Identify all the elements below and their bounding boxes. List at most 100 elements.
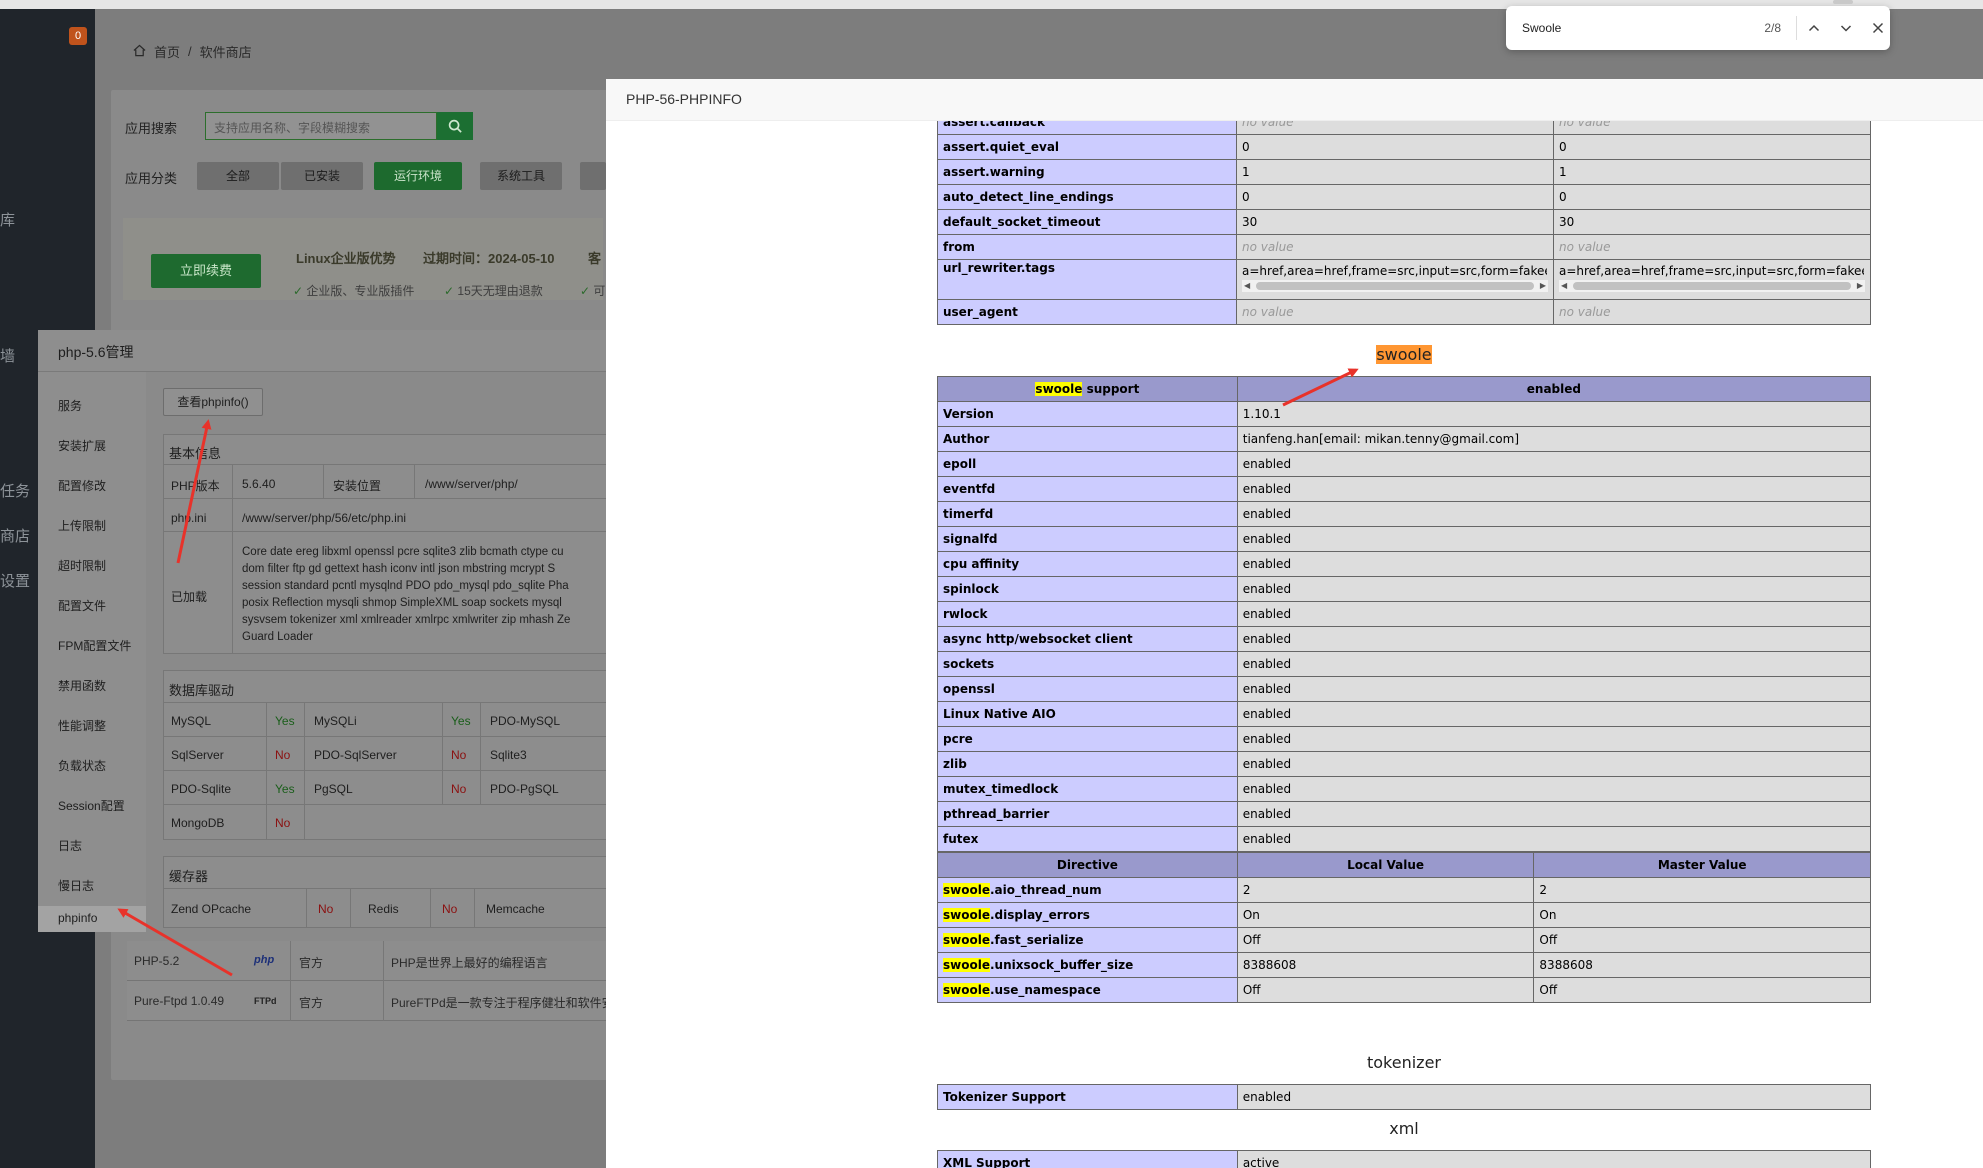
category-system-tools[interactable]: 系统工具 xyxy=(480,162,562,190)
swoole-feature-value: enabled xyxy=(1236,701,1872,727)
directive-name: default_socket_timeout xyxy=(936,209,1238,235)
directive-local-value: 1 xyxy=(1236,159,1554,185)
directive-local-value: 0 xyxy=(1236,184,1554,210)
swoole-directive-table: Directive Local Value Master Value swool… xyxy=(937,852,1871,1003)
loaded-extensions: Core date ereg libxml openssl pcre sqlit… xyxy=(242,546,571,643)
directive-master-value: 8388608 xyxy=(1533,952,1871,978)
table-row: PHP-5.2 php 官方 PHP是世界上最好的编程语言 xyxy=(127,941,607,981)
directive-master-value: 30 xyxy=(1553,209,1871,235)
find-next-button[interactable] xyxy=(1834,16,1858,40)
check-icon: ✓ xyxy=(580,284,594,298)
swoole-feature-value: enabled xyxy=(1236,651,1872,677)
notification-badge[interactable]: 0 xyxy=(69,27,87,45)
breadcrumb-current: 软件商店 xyxy=(199,45,252,60)
menu-item-load-status[interactable]: 负载状态 xyxy=(58,757,106,774)
swoole-feature-name: spinlock xyxy=(937,576,1238,602)
view-phpinfo-button[interactable]: 查看phpinfo() xyxy=(163,388,263,416)
directive-master-value: On xyxy=(1533,902,1871,928)
master-value-header: Master Value xyxy=(1533,852,1871,878)
swoole-feature-name: rwlock xyxy=(937,601,1238,627)
menu-item-fpm-config[interactable]: FPM配置文件 xyxy=(58,637,131,654)
category-all[interactable]: 全部 xyxy=(197,162,279,190)
table-row: signalfd enabled xyxy=(937,526,1872,552)
table-row: swoole.use_namespace Off Off xyxy=(937,977,1871,1003)
cache-box xyxy=(163,856,608,928)
directive-header: Directive xyxy=(937,852,1238,878)
sidebar-item-store[interactable]: 商店 xyxy=(0,525,30,546)
directive-name: from xyxy=(936,234,1238,260)
table-row: epoll enabled xyxy=(937,451,1872,477)
swoole-support-header: swoole support xyxy=(937,376,1238,402)
category-installed[interactable]: 已安装 xyxy=(281,162,363,190)
home-icon xyxy=(133,44,146,60)
horizontal-scrollbar[interactable]: ◀ ▶ xyxy=(1559,280,1865,292)
software-name: Pure-Ftpd 1.0.49 xyxy=(134,994,225,1008)
category-more[interactable] xyxy=(580,162,606,190)
search-button[interactable] xyxy=(437,112,473,140)
search-input[interactable]: 支持应用名称、字段模糊搜索 xyxy=(205,112,437,140)
php-manage-menu: 服务 安装扩展 配置修改 上传限制 超时限制 配置文件 FPM配置文件 禁用函数… xyxy=(38,372,146,932)
db-mysqli: MySQLi xyxy=(314,714,357,728)
table-row: swoole.unixsock_buffer_size 8388608 838860… xyxy=(937,952,1871,978)
swoole-feature-name: sockets xyxy=(937,651,1238,677)
sidebar-item-tasks[interactable]: 任务 xyxy=(0,480,30,501)
menu-item-config-file[interactable]: 配置文件 xyxy=(58,597,106,614)
table-row: from no value no value xyxy=(936,234,1871,260)
db-pgsql-status: No xyxy=(451,782,467,796)
sidebar-item-settings[interactable]: 设置 xyxy=(0,570,30,591)
menu-item-log[interactable]: 日志 xyxy=(58,837,82,854)
cache-opcache-status: No xyxy=(318,902,334,916)
swoole-feature-value: 1.10.1 xyxy=(1236,401,1872,427)
menu-item-session[interactable]: Session配置 xyxy=(58,797,125,814)
cache-redis-status: No xyxy=(442,902,458,916)
promo-feature-2: 15天无理由退款 xyxy=(457,284,543,298)
swoole-feature-value: enabled xyxy=(1236,776,1872,802)
menu-item-timeout-limit[interactable]: 超时限制 xyxy=(58,557,106,574)
menu-item-install-ext[interactable]: 安装扩展 xyxy=(58,437,106,454)
php-manage-dialog: php-5.6管理 服务 安装扩展 配置修改 上传限制 超时限制 配置文件 FP… xyxy=(38,330,608,932)
menu-item-upload-limit[interactable]: 上传限制 xyxy=(58,517,106,534)
find-close-button[interactable] xyxy=(1866,16,1890,40)
breadcrumb: 首页 / 软件商店 xyxy=(133,42,252,61)
swoole-feature-value: enabled xyxy=(1236,551,1872,577)
find-previous-button[interactable] xyxy=(1802,16,1826,40)
menu-item-service[interactable]: 服务 xyxy=(58,397,82,414)
menu-item-disabled-functions[interactable]: 禁用函数 xyxy=(58,677,106,694)
table-row: cpu affinity enabled xyxy=(937,551,1872,577)
swoole-feature-value: enabled xyxy=(1236,751,1872,777)
db-pdo-pgsql: PDO-PgSQL xyxy=(490,782,559,796)
swoole-feature-name: epoll xyxy=(937,451,1238,477)
loaded-label: 已加载 xyxy=(171,590,208,604)
menu-item-phpinfo[interactable]: phpinfo xyxy=(58,911,97,925)
phpinfo-dialog: PHP-56-PHPINFO assert.callback no value no… xyxy=(606,79,1983,1168)
swoole-feature-name: async http/websocket client xyxy=(937,626,1238,652)
table-row: assert.warning 1 1 xyxy=(936,159,1871,185)
db-mysql: MySQL xyxy=(171,714,212,728)
db-pdo-sqlserver-status: No xyxy=(451,748,467,762)
directive-master-value: 2 xyxy=(1533,877,1871,903)
directive-master-value: no value xyxy=(1553,299,1871,325)
search-label: 应用搜索 xyxy=(125,121,178,136)
sidebar-item-database[interactable]: 库 xyxy=(0,209,15,230)
category-runtime[interactable]: 运行环境 xyxy=(374,162,462,190)
sidebar-item-firewall[interactable]: 墙 xyxy=(0,345,15,366)
find-input[interactable]: Swoole xyxy=(1522,21,1561,35)
phpinfo-scroll-area[interactable]: assert.callback no value no value assert.qu… xyxy=(606,121,1983,1168)
renew-button[interactable]: 立即续费 xyxy=(151,254,261,288)
xml-heading: xml xyxy=(1389,1119,1419,1138)
table-row: pthread_barrier enabled xyxy=(937,801,1872,827)
table-row: timerfd enabled xyxy=(937,501,1872,527)
directive-master-value: no value xyxy=(1553,121,1871,135)
horizontal-scrollbar[interactable]: ◀ ▶ xyxy=(1242,280,1548,292)
directive-local-value: no value xyxy=(1236,234,1554,260)
menu-item-config-edit[interactable]: 配置修改 xyxy=(58,477,106,494)
directive-local-value: Off xyxy=(1236,977,1535,1003)
swoole-feature-value: enabled xyxy=(1236,451,1872,477)
menu-item-performance[interactable]: 性能调整 xyxy=(58,717,106,734)
directive-local-value: 30 xyxy=(1236,209,1554,235)
table-row: mutex_timedlock enabled xyxy=(937,776,1872,802)
breadcrumb-home[interactable]: 首页 xyxy=(154,42,180,61)
menu-item-slow-log[interactable]: 慢日志 xyxy=(58,877,94,894)
install-path-label: 安装位置 xyxy=(333,479,382,493)
phpinfo-standard-table: assert.callback no value no value assert.qu… xyxy=(936,121,1871,325)
